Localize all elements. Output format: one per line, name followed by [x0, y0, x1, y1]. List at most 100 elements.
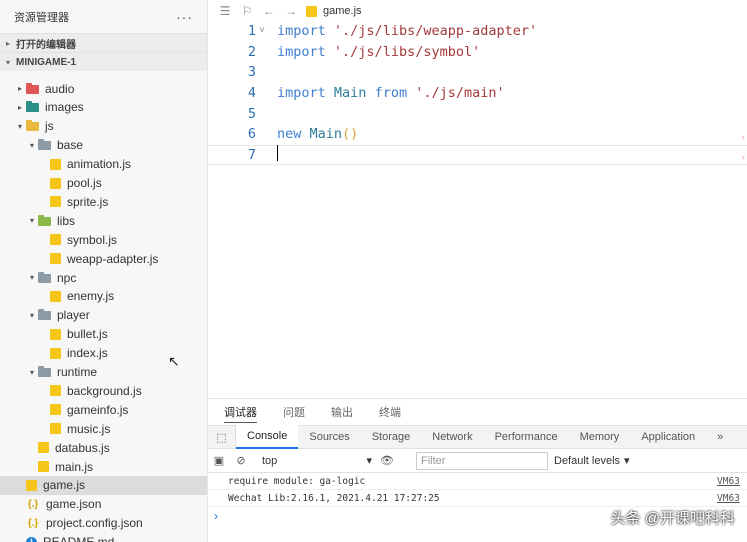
prompt-chevron-icon: ›	[214, 509, 218, 523]
panel-tab[interactable]: 调试器	[224, 399, 257, 425]
js-file-icon	[50, 347, 61, 359]
open-editors-section[interactable]: ▸ 打开的编辑器	[0, 33, 207, 52]
watermark: 头条 @开课吧科科	[610, 510, 735, 527]
explorer-title: 资源管理器	[14, 11, 69, 24]
devtools-tabs: ⬚ Console Sources Storage Network Performanc…	[208, 425, 747, 449]
line-number: 2	[247, 43, 256, 60]
code-line[interactable]: 3	[208, 62, 747, 83]
tree-item[interactable]: game.js	[0, 475, 207, 495]
more-actions-button[interactable]: ···	[176, 9, 193, 25]
tree-item-label: player	[57, 308, 90, 323]
line-number: 7	[247, 146, 256, 163]
tree-item[interactable]: weapp-adapter.js	[0, 249, 207, 268]
tree-item-label: background.js	[67, 383, 142, 398]
tree-item-label: game.js	[43, 478, 86, 493]
editor-tab-game-js[interactable]: game.js	[306, 5, 362, 17]
list-icon[interactable]: ☰	[214, 4, 236, 18]
tree-item[interactable]: gameinfo.js	[0, 400, 207, 419]
tree-item[interactable]: main.js	[0, 457, 207, 476]
devtools-tab[interactable]: Sources	[298, 425, 360, 449]
tree-item-label: bullet.js	[67, 327, 108, 342]
chevron-right-icon: ▸	[6, 38, 11, 48]
tree-item[interactable]: ▾ js	[0, 117, 207, 136]
chevron-down-icon: ▾	[29, 273, 34, 282]
code-line[interactable]: 6 new Main()	[208, 124, 747, 145]
code-line[interactable]: 2 import './js/libs/symbol'	[208, 42, 747, 63]
tree-item[interactable]: ▸ audio	[0, 79, 207, 98]
section-label: 打开的编辑器	[16, 39, 76, 51]
devtools-tab[interactable]: Memory	[569, 425, 631, 449]
devtools-tab[interactable]: Application	[630, 425, 706, 449]
levels-label: Default levels	[554, 454, 621, 467]
tree-item[interactable]: ▾ base	[0, 136, 207, 155]
log-source-link[interactable]: VM63	[717, 493, 747, 504]
tree-item[interactable]: music.js	[0, 419, 207, 438]
context-value: top	[262, 454, 278, 467]
tree-item[interactable]: ▸ images	[0, 98, 207, 117]
tree-item-label: weapp-adapter.js	[67, 251, 159, 266]
panel-tab[interactable]: 终端	[379, 399, 401, 425]
editor-toolbar: ☰ ⚐ ← → game.js	[208, 0, 747, 22]
log-source-link[interactable]: VM63	[717, 476, 747, 487]
clear-console-icon[interactable]: ⊘	[230, 454, 252, 467]
devtools-tab[interactable]: »	[706, 425, 734, 449]
console-output: require module: ga-logic VM63 Wechat Lib:2…	[208, 473, 747, 507]
tree-item[interactable]: i README.md	[0, 533, 207, 542]
line-number: 6	[247, 126, 256, 143]
folder-icon	[26, 101, 39, 113]
log-levels-select[interactable]: Default levels ▾	[554, 454, 630, 468]
tree-item[interactable]: symbol.js	[0, 230, 207, 249]
tree-item[interactable]: ▾ npc	[0, 268, 207, 287]
tree-item[interactable]: {.} project.config.json	[0, 514, 207, 533]
devtools-tab[interactable]: Performance	[484, 425, 569, 449]
forward-arrow-icon[interactable]: →	[280, 4, 302, 18]
tree-item[interactable]: animation.js	[0, 155, 207, 174]
fold-chevron-icon[interactable]: ˅	[256, 25, 268, 37]
chevron-right-icon: ▸	[17, 102, 22, 112]
json-file-icon: {.}	[27, 517, 39, 529]
devtools-tab[interactable]: Network	[421, 425, 483, 449]
js-file-icon	[50, 328, 61, 340]
devtools-tab[interactable]: Console	[236, 425, 299, 449]
js-file-icon	[50, 234, 61, 246]
code-line[interactable]: 1 ˅ import './js/libs/weapp-adapter'	[208, 21, 747, 42]
tree-item[interactable]: bullet.js	[0, 325, 207, 344]
json-file-icon: {.}	[27, 498, 39, 510]
folder-icon	[38, 139, 51, 151]
js-file-icon	[50, 385, 61, 397]
project-section[interactable]: ▾ MINIGAME-1	[0, 52, 207, 71]
code-line[interactable]: 4 import Main from './js/main'	[208, 83, 747, 104]
tree-item[interactable]: ▾ player	[0, 306, 207, 325]
js-file-icon	[50, 196, 61, 208]
tree-item-label: sprite.js	[67, 194, 109, 209]
tree-item[interactable]: databus.js	[0, 438, 207, 457]
code-line[interactable]: 5	[208, 103, 747, 124]
js-file-icon	[50, 177, 61, 189]
tree-item[interactable]: sprite.js	[0, 192, 207, 211]
tree-item[interactable]: background.js	[0, 381, 207, 400]
eye-icon[interactable]: 👁	[376, 454, 398, 467]
context-select[interactable]: top ▾	[258, 452, 376, 470]
bookmark-icon[interactable]: ⚐	[236, 4, 258, 18]
folder-icon	[26, 82, 39, 94]
devtools-tab[interactable]: Storage	[361, 425, 422, 449]
back-arrow-icon[interactable]: ←	[258, 4, 280, 18]
panel-tab[interactable]: 输出	[331, 399, 353, 425]
filter-placeholder: Filter	[421, 454, 446, 467]
sidebar-toggle-icon[interactable]: ▣	[208, 454, 230, 467]
tree-item[interactable]: pool.js	[0, 174, 207, 193]
js-file-icon	[50, 423, 61, 435]
inspect-element-icon[interactable]: ⬚	[208, 425, 236, 449]
tree-item-label: libs	[57, 213, 76, 228]
filter-input[interactable]: Filter	[416, 451, 548, 470]
tree-item[interactable]: enemy.js	[0, 287, 207, 306]
code-text: import './js/libs/symbol'	[277, 43, 481, 60]
code-line[interactable]: 7	[208, 144, 747, 166]
code-editor[interactable]: ☰ ⚐ ← → game.js 1 ˅ import './js/libs/weap…	[208, 0, 747, 398]
panel-tab[interactable]: 问题	[283, 399, 305, 425]
js-file-icon	[38, 442, 49, 454]
tree-item-label: images	[45, 100, 84, 115]
tree-item[interactable]: ▾ libs	[0, 211, 207, 230]
tree-item[interactable]: {.} game.json	[0, 495, 207, 514]
line-number: 1	[247, 23, 256, 40]
